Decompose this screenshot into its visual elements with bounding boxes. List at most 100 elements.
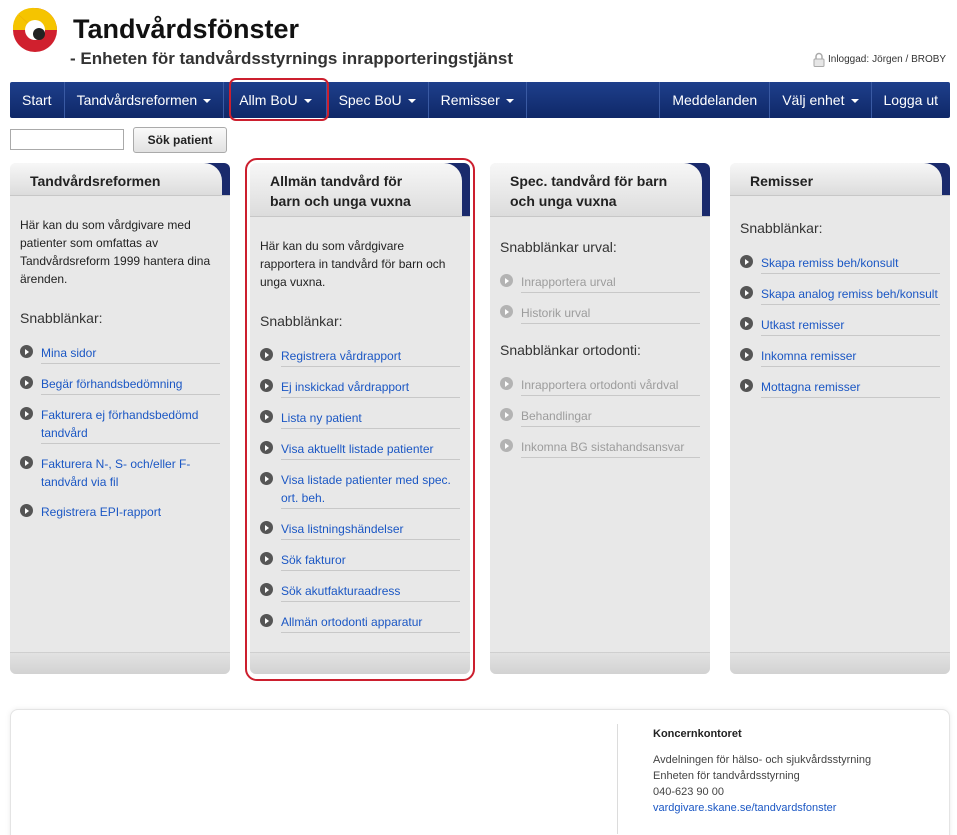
panel-subhead-urval: Snabblänkar urval: bbox=[500, 239, 617, 255]
play-circle-icon bbox=[20, 407, 33, 420]
link-label: Mottagna remisser bbox=[761, 378, 940, 398]
login-info: Inloggad: Jörgen / BROBY bbox=[813, 52, 946, 67]
link-label: Fakturera N-, S- och/eller F-tandvård vi… bbox=[41, 457, 191, 489]
nav-start[interactable]: Start bbox=[10, 82, 65, 118]
nav-spec-bou[interactable]: Spec BoU bbox=[327, 82, 429, 118]
nav-spacer bbox=[527, 82, 661, 118]
nav-remisser[interactable]: Remisser bbox=[429, 82, 527, 118]
panel-title: Tandvårdsreformen bbox=[30, 173, 161, 189]
nav-remisser-label: Remisser bbox=[440, 92, 500, 108]
footer-line1: Avdelningen för hälso- och sjukvårdsstyr… bbox=[653, 754, 872, 766]
highlight-annotation-nav bbox=[229, 78, 329, 121]
link-label: Mina sidor bbox=[41, 344, 220, 364]
nav-tandvardsreformen-label: Tandvårdsreformen bbox=[76, 92, 198, 108]
link-label: Utkast remisser bbox=[761, 316, 940, 336]
panel-remisser: Remisser Snabblänkar: Skapa remiss beh/k… bbox=[730, 163, 950, 674]
link-mina-sidor[interactable]: Mina sidor bbox=[20, 344, 220, 364]
panel-intro: Här kan du som vårdgivare med patienter … bbox=[20, 218, 211, 286]
footer-line2: Enheten för tandvårdsstyrning bbox=[653, 770, 800, 782]
caret-down-icon bbox=[203, 98, 212, 103]
panel-title: Remisser bbox=[750, 173, 814, 189]
play-circle-icon bbox=[740, 379, 753, 392]
link-inrapportera-urval: Inrapportera urval bbox=[500, 273, 700, 293]
play-circle-icon bbox=[740, 286, 753, 299]
panel-header: Spec. tandvård för barn och unga vuxna bbox=[490, 163, 710, 217]
main-nav: Start Tandvårdsreformen Allm BoU Spec Bo… bbox=[10, 82, 950, 118]
play-circle-icon bbox=[20, 456, 33, 469]
login-label: Inloggad: bbox=[828, 54, 870, 65]
nav-logga-ut-label: Logga ut bbox=[883, 92, 939, 108]
panel-tab-decoration bbox=[672, 163, 710, 216]
footer-phone: 040-623 90 00 bbox=[653, 786, 724, 798]
link-behandlingar: Behandlingar bbox=[500, 407, 700, 427]
panel-tandvardsreformen: Tandvårdsreformen Här kan du som vårdgiv… bbox=[10, 163, 230, 674]
panel-title: Spec. tandvård för barn och unga vuxna bbox=[510, 173, 668, 209]
link-label: Begär förhandsbedömning bbox=[41, 375, 220, 395]
panel-footer bbox=[10, 652, 230, 674]
link-mottagna-remisser[interactable]: Mottagna remisser bbox=[740, 378, 940, 398]
play-circle-icon bbox=[20, 504, 33, 517]
panel-body: Snabblänkar: Skapa remiss beh/konsult Sk… bbox=[730, 196, 950, 398]
nav-valj-enhet[interactable]: Välj enhet bbox=[770, 82, 872, 118]
link-begar-forhandsbedomning[interactable]: Begär förhandsbedömning bbox=[20, 375, 220, 395]
link-label: Inrapportera ortodonti vårdval bbox=[521, 376, 700, 396]
link-registrera-epi[interactable]: Registrera EPI-rapport bbox=[20, 503, 220, 522]
nav-meddelanden[interactable]: Meddelanden bbox=[660, 82, 771, 118]
panel-tab-decoration bbox=[192, 163, 230, 195]
nav-logga-ut[interactable]: Logga ut bbox=[872, 82, 951, 118]
link-inkomna-remisser[interactable]: Inkomna remisser bbox=[740, 347, 940, 367]
caret-down-icon bbox=[850, 98, 859, 103]
nav-spec-bou-label: Spec BoU bbox=[338, 92, 402, 108]
panel-spec-tandvard: Spec. tandvård för barn och unga vuxna S… bbox=[490, 163, 710, 674]
footer-link[interactable]: vardgivare.skane.se/tandvardsfonster bbox=[653, 802, 836, 814]
link-label: Inkomna BG sistahandsansvar bbox=[521, 438, 700, 458]
link-inrapportera-ortodonti: Inrapportera ortodonti vårdval bbox=[500, 376, 700, 396]
play-circle-icon bbox=[740, 348, 753, 361]
link-label: Inkomna remisser bbox=[761, 347, 940, 367]
link-label: Registrera EPI-rapport bbox=[41, 505, 162, 519]
play-circle-icon bbox=[20, 345, 33, 358]
link-label: Inrapportera urval bbox=[521, 273, 700, 293]
play-circle-icon bbox=[500, 305, 513, 318]
link-inkomna-bg: Inkomna BG sistahandsansvar bbox=[500, 438, 700, 458]
panel-header: Tandvårdsreformen bbox=[10, 163, 230, 196]
panel-subhead: Snabblänkar: bbox=[20, 310, 103, 326]
panel-subhead-ortodonti: Snabblänkar ortodonti: bbox=[500, 342, 641, 358]
link-label: Skapa analog remiss beh/konsult bbox=[761, 285, 940, 305]
caret-down-icon bbox=[407, 98, 416, 103]
play-circle-icon bbox=[500, 274, 513, 287]
play-circle-icon bbox=[500, 439, 513, 452]
site-subtitle: - Enheten för tandvårdsstyrnings inrappo… bbox=[70, 49, 514, 68]
link-utkast-remisser[interactable]: Utkast remisser bbox=[740, 316, 940, 336]
nav-meddelanden-label: Meddelanden bbox=[672, 92, 758, 108]
region-skane-logo bbox=[10, 5, 60, 55]
play-circle-icon bbox=[20, 376, 33, 389]
play-circle-icon bbox=[740, 255, 753, 268]
link-fakturera-nsf[interactable]: Fakturera N-, S- och/eller F-tandvård vi… bbox=[20, 455, 220, 492]
footer-org: Koncernkontoret bbox=[653, 728, 742, 740]
nav-start-label: Start bbox=[22, 92, 52, 108]
lock-icon bbox=[813, 52, 825, 67]
site-title: Tandvårdsfönster bbox=[73, 14, 300, 44]
panel-tab-decoration bbox=[912, 163, 950, 195]
link-label: Behandlingar bbox=[521, 407, 700, 427]
search-patient-button[interactable]: Sök patient bbox=[133, 127, 227, 153]
nav-tandvardsreformen[interactable]: Tandvårdsreformen bbox=[65, 82, 225, 118]
nav-valj-enhet-label: Välj enhet bbox=[782, 92, 845, 108]
patient-search-input[interactable] bbox=[10, 129, 124, 150]
link-label: Fakturera ej förhandsbedömd tandvård bbox=[41, 406, 220, 444]
login-user: Jörgen / BROBY bbox=[872, 54, 947, 65]
link-label: Skapa remiss beh/konsult bbox=[761, 254, 940, 274]
link-fakturera-ej-forhandsbedomd[interactable]: Fakturera ej förhandsbedömd tandvård bbox=[20, 406, 220, 444]
highlight-annotation-panel bbox=[245, 158, 475, 681]
link-skapa-analog-remiss[interactable]: Skapa analog remiss beh/konsult bbox=[740, 285, 940, 305]
play-circle-icon bbox=[500, 408, 513, 421]
link-historik-urval: Historik urval bbox=[500, 304, 700, 324]
play-circle-icon bbox=[500, 377, 513, 390]
panel-body: Här kan du som vårdgivare med patienter … bbox=[10, 196, 230, 522]
page-footer: Koncernkontoret Avdelningen för hälso- o… bbox=[10, 709, 950, 835]
link-skapa-remiss[interactable]: Skapa remiss beh/konsult bbox=[740, 254, 940, 274]
footer-divider bbox=[617, 724, 618, 834]
panel-header: Remisser bbox=[730, 163, 950, 196]
panel-body: Snabblänkar urval: Inrapportera urval Hi… bbox=[490, 217, 710, 458]
